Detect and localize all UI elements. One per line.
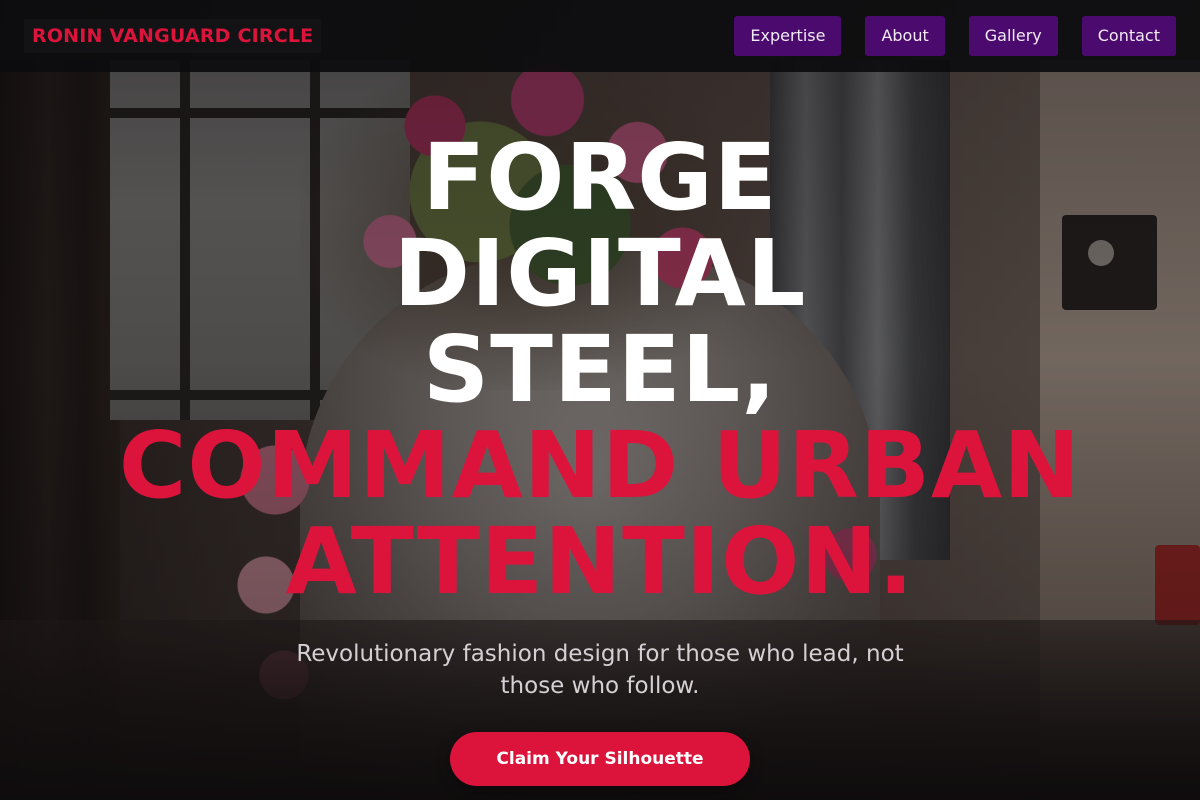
nav-link-about[interactable]: About [865,16,945,56]
site-header: RONIN VANGUARD CIRCLE Expertise About Ga… [0,0,1200,72]
cta-button[interactable]: Claim Your Silhouette [450,732,750,786]
nav-link-expertise[interactable]: Expertise [734,16,842,56]
headline-line-2: COMMAND URBAN ATTENTION. [118,412,1082,615]
hero-headline: FORGE DIGITAL STEEL, COMMAND URBAN ATTEN… [0,130,1200,610]
hero-subtitle: Revolutionary fashion design for those w… [296,641,904,699]
main-nav: Expertise About Gallery Contact [734,16,1176,56]
nav-link-contact[interactable]: Contact [1081,16,1176,56]
headline-line-1: FORGE DIGITAL STEEL, [393,124,807,423]
nav-link-gallery[interactable]: Gallery [968,16,1058,56]
hero-section: FORGE DIGITAL STEEL, COMMAND URBAN ATTEN… [0,130,1200,786]
brand-logo[interactable]: RONIN VANGUARD CIRCLE [24,19,322,53]
